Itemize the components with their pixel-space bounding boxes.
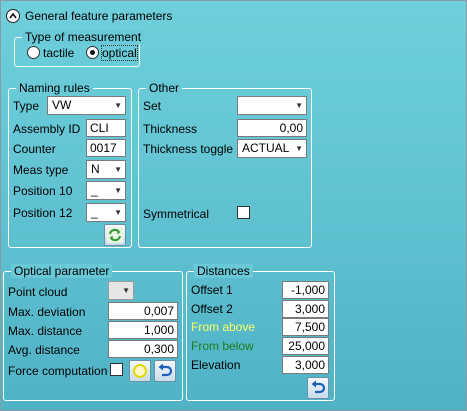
- from-below-field[interactable]: 25,000: [282, 337, 329, 355]
- point-cloud-label: Point cloud: [8, 285, 68, 299]
- point-cloud-select[interactable]: ▼: [108, 281, 134, 300]
- optical-parameter-title: Optical parameter: [11, 264, 113, 278]
- max-distance-label: Max. distance: [8, 324, 83, 338]
- max-deviation-label: Max. deviation: [8, 305, 86, 319]
- offset-1-field[interactable]: -1,000: [282, 281, 329, 299]
- avg-distance-label: Avg. distance: [8, 343, 80, 357]
- type-select[interactable]: VW ▼: [47, 96, 126, 115]
- chevron-down-icon: ▼: [114, 208, 122, 217]
- other-group-title: Other: [146, 81, 183, 95]
- position-10-select[interactable]: _ ▼: [86, 181, 126, 200]
- offset-2-label: Offset 2: [191, 302, 233, 316]
- thickness-toggle-value: ACTUAL: [242, 141, 290, 155]
- thickness-toggle-label: Thickness toggle: [143, 142, 234, 156]
- from-above-label: From above: [191, 320, 256, 334]
- assembly-id-label: Assembly ID: [13, 122, 81, 136]
- from-below-label: From below: [191, 339, 254, 353]
- type-value: VW: [52, 98, 72, 112]
- symmetrical-label: Symmetrical: [143, 207, 210, 221]
- chevron-down-icon: ▼: [114, 186, 122, 195]
- measurement-group-title: Type of measurement: [22, 30, 145, 44]
- undo-icon: [311, 380, 326, 394]
- radio-tactile-label[interactable]: tactile: [43, 45, 74, 61]
- max-distance-field[interactable]: 1,000: [108, 321, 178, 339]
- distances-undo-button[interactable]: [307, 377, 329, 399]
- meas-type-value: N: [91, 162, 100, 176]
- from-above-field[interactable]: 7,500: [282, 318, 329, 336]
- avg-distance-field[interactable]: 0,300: [108, 340, 178, 358]
- offset-1-label: Offset 1: [191, 283, 233, 297]
- radio-optical-label[interactable]: optical: [101, 45, 138, 61]
- thickness-field[interactable]: 0,00: [237, 119, 307, 137]
- assembly-id-field[interactable]: CLI: [86, 119, 126, 137]
- refresh-icon: [107, 227, 123, 243]
- symmetrical-checkbox[interactable]: [237, 206, 250, 219]
- divider: [1, 258, 466, 259]
- set-select[interactable]: ▼: [237, 96, 307, 115]
- section-title[interactable]: General feature parameters: [25, 8, 172, 24]
- undo-icon: [158, 363, 173, 377]
- radio-tactile[interactable]: [27, 46, 40, 59]
- offset-2-field[interactable]: 3,000: [282, 300, 329, 318]
- position-12-label: Position 12: [13, 206, 73, 220]
- position-12-select[interactable]: _ ▼: [86, 203, 126, 222]
- undo-button[interactable]: [154, 360, 176, 382]
- thickness-label: Thickness: [143, 122, 198, 136]
- refresh-button[interactable]: [104, 224, 126, 246]
- chevron-down-icon: ▼: [114, 101, 122, 110]
- chevron-down-icon: ▼: [295, 101, 303, 110]
- distances-title: Distances: [194, 264, 253, 278]
- position-10-label: Position 10: [13, 184, 73, 198]
- set-label: Set: [143, 99, 162, 113]
- radio-selected-dot: [90, 50, 95, 55]
- chevron-down-icon: ▼: [122, 286, 130, 295]
- counter-label: Counter: [13, 142, 56, 156]
- meas-type-label: Meas type: [13, 163, 69, 177]
- collapse-icon[interactable]: [6, 9, 20, 23]
- position-10-value: _: [91, 183, 98, 197]
- max-deviation-field[interactable]: 0,007: [108, 302, 178, 320]
- force-computation-label: Force computation: [8, 364, 108, 378]
- thickness-toggle-select[interactable]: ACTUAL ▼: [237, 139, 307, 158]
- elevation-label: Elevation: [191, 358, 241, 372]
- elevation-field[interactable]: 3,000: [282, 356, 329, 374]
- chevron-down-icon: ▼: [114, 165, 122, 174]
- position-12-value: _: [91, 205, 98, 219]
- meas-type-select[interactable]: N ▼: [86, 160, 126, 179]
- counter-field[interactable]: 0017: [86, 139, 126, 157]
- radio-optical[interactable]: [86, 46, 99, 59]
- circle-compute-icon: [133, 364, 147, 378]
- type-label: Type: [13, 99, 40, 113]
- naming-rules-title: Naming rules: [16, 81, 93, 95]
- chevron-down-icon: ▼: [295, 144, 303, 153]
- compute-button[interactable]: [129, 360, 151, 382]
- force-computation-checkbox[interactable]: [110, 363, 123, 376]
